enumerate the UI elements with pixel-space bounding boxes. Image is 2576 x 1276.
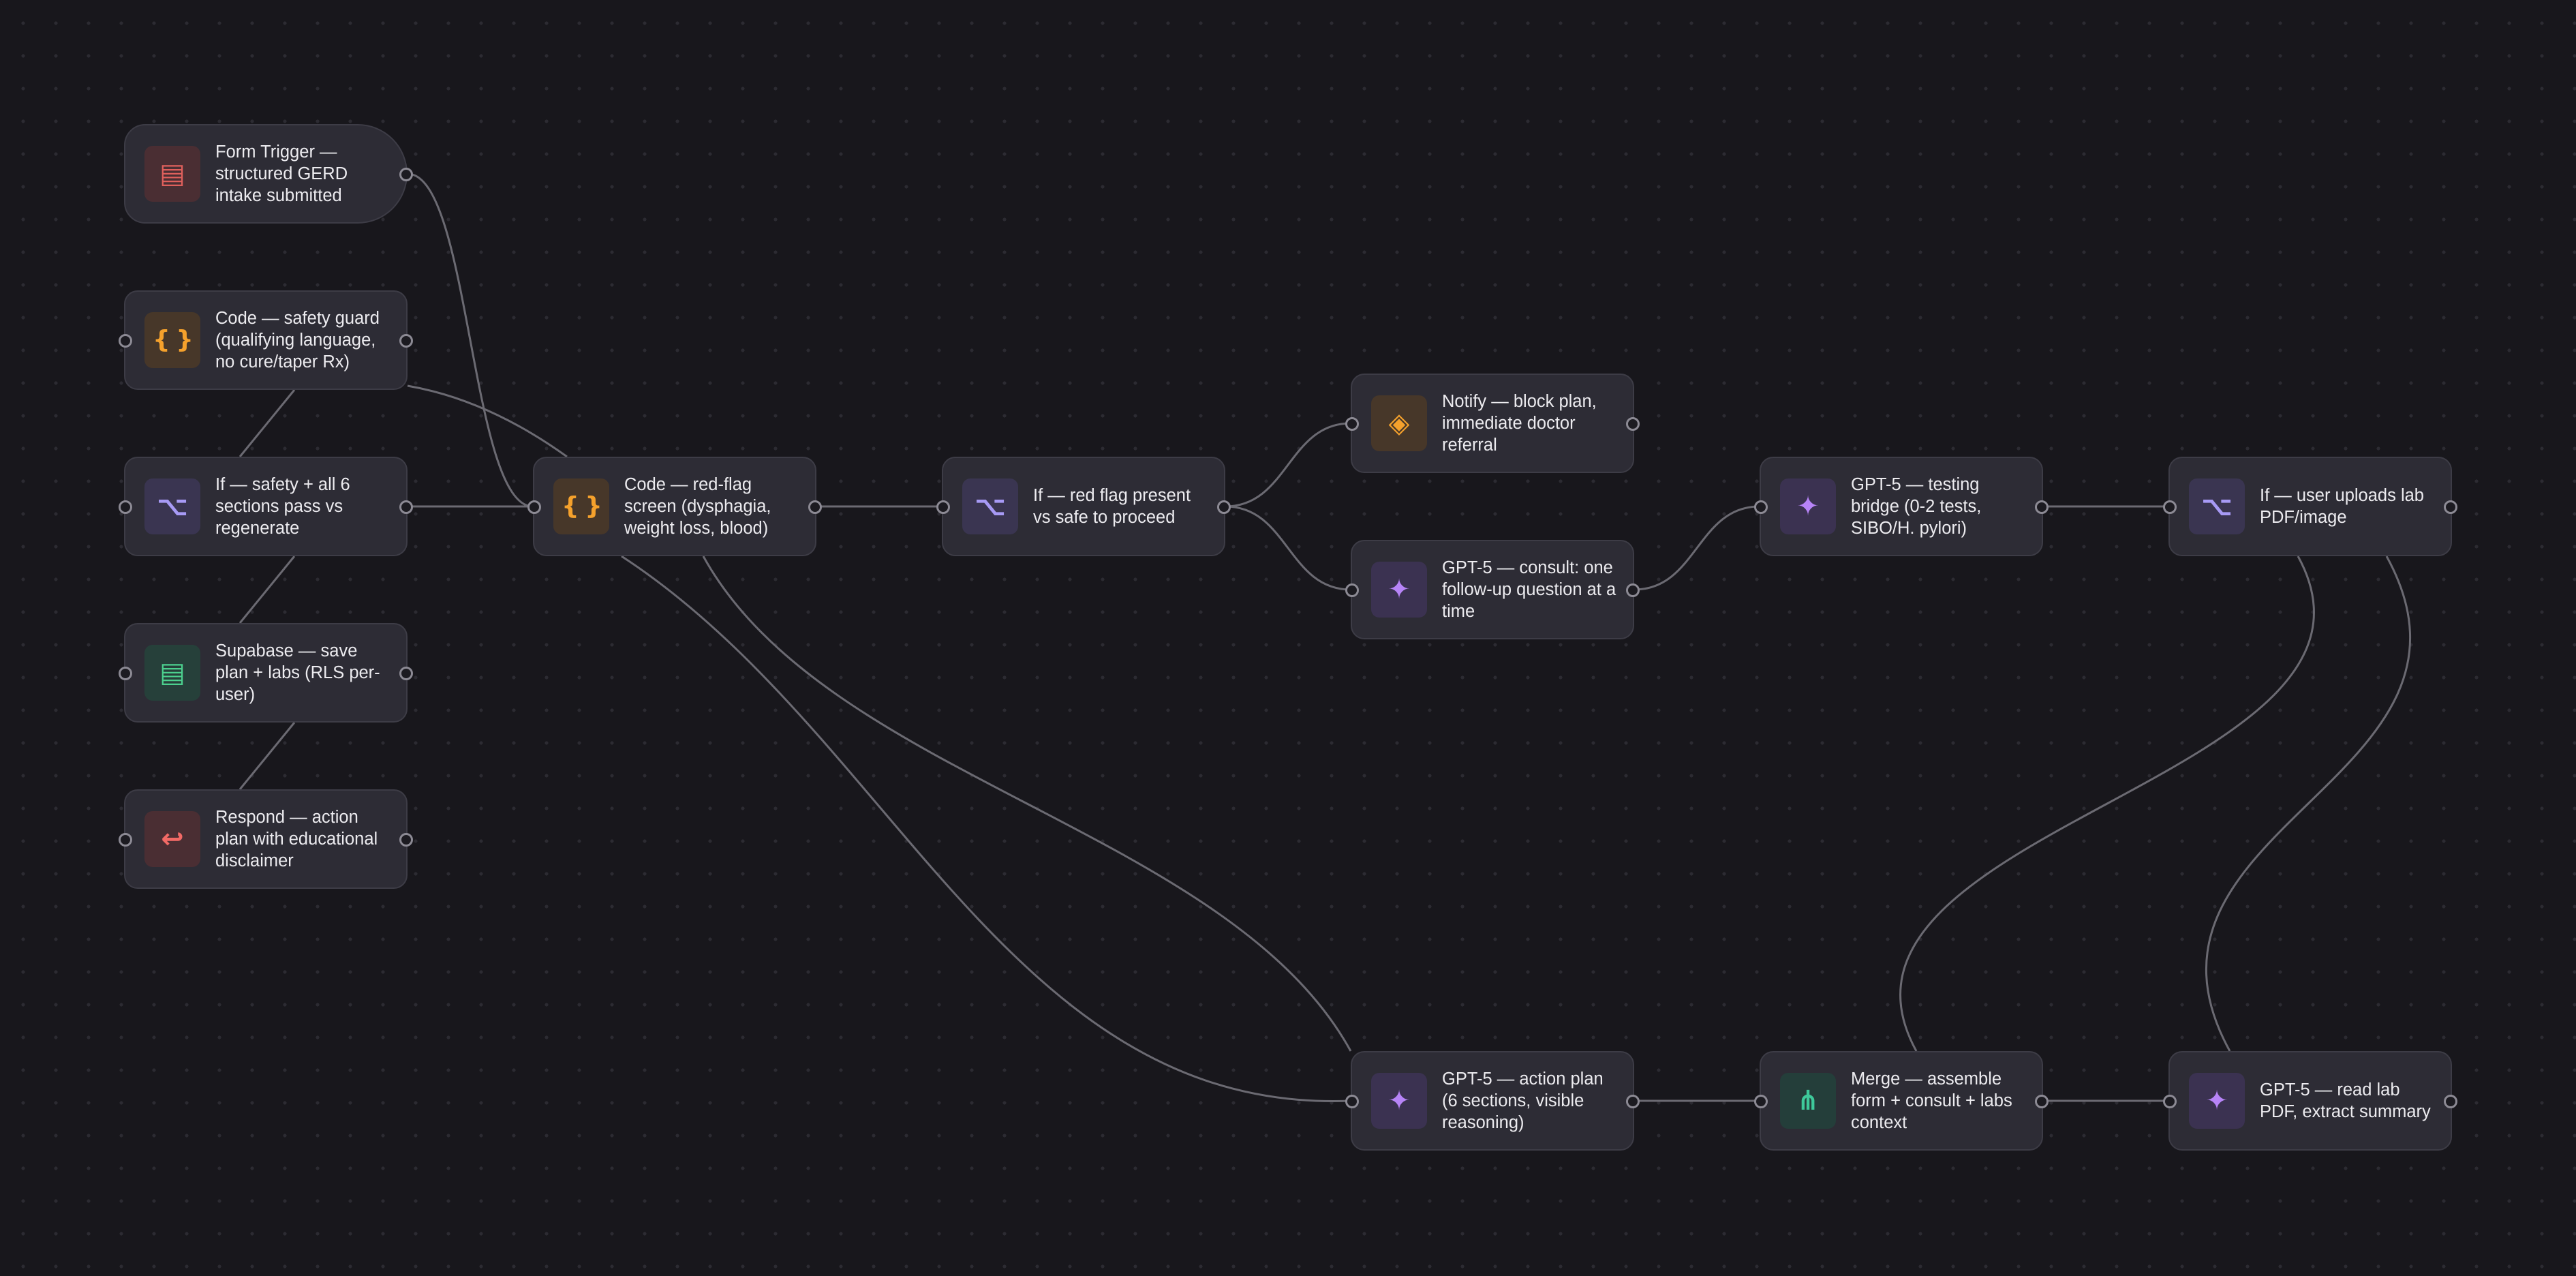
node-label: GPT-5 — action plan (6 sections, visible… xyxy=(1442,1069,1604,1132)
edge-if-red-flag-to-notify-block xyxy=(1225,422,1351,508)
notify-diamond-icon: ◈ xyxy=(1371,395,1427,451)
node-label: Merge — assemble form + consult + labs c… xyxy=(1851,1069,2012,1132)
edge-if-red-flag-to-gpt-consult xyxy=(1225,505,1351,591)
input-port[interactable] xyxy=(527,500,541,514)
output-port[interactable] xyxy=(808,500,822,514)
node-gpt-action[interactable]: ✦ GPT-5 — action plan (6 sections, visibl… xyxy=(1345,1051,1640,1151)
branch-icon: ⌥ xyxy=(2189,478,2245,534)
node-label: Form Trigger — structured GERD intake su… xyxy=(215,142,348,205)
branch-icon: ⌥ xyxy=(144,478,200,534)
code-braces-icon: { } xyxy=(553,478,609,534)
output-port[interactable] xyxy=(399,500,413,514)
node-label: Notify — block plan, immediate doctor re… xyxy=(1442,392,1597,455)
node-label: Code — red-flag screen (dysphagia, weigh… xyxy=(624,475,771,538)
edge-if-upload-to-merge xyxy=(1899,556,2315,1052)
input-port[interactable] xyxy=(1345,583,1359,597)
sparkle-icon: ✦ xyxy=(1371,562,1427,618)
input-port[interactable] xyxy=(119,833,132,847)
input-port[interactable] xyxy=(1754,1095,1768,1108)
code-braces-icon: { } xyxy=(144,312,200,368)
output-port[interactable] xyxy=(2444,500,2457,514)
output-port[interactable] xyxy=(2035,1095,2049,1108)
node-respond[interactable]: ↩ Respond — action plan with educational … xyxy=(119,789,413,889)
node-label: If — user uploads lab PDF/image xyxy=(2260,486,2424,527)
output-port[interactable] xyxy=(2444,1095,2457,1108)
workflow-canvas[interactable]: ▤ Form Trigger — structured GERD intake s… xyxy=(0,0,2576,1276)
node-if-red-flag[interactable]: ⌥ If — red flag present vs safe to procee… xyxy=(936,457,1231,556)
node-code-safety-guard[interactable]: { } Code — safety guard (qualifying langu… xyxy=(119,290,413,390)
edge-code-safety-guard-to-if-safety xyxy=(239,389,296,457)
input-port[interactable] xyxy=(119,334,132,348)
edge-code-red-flag-to-gpt-action xyxy=(621,555,1351,1102)
output-port[interactable] xyxy=(1626,417,1640,431)
node-label: GPT-5 — consult: one follow-up question … xyxy=(1442,558,1616,621)
output-port[interactable] xyxy=(1217,500,1231,514)
node-supabase-save[interactable]: ▤ Supabase — save plan + labs (RLS per-us… xyxy=(119,623,413,723)
output-port[interactable] xyxy=(399,833,413,847)
input-port[interactable] xyxy=(2163,1095,2177,1108)
node-label: If — safety + all 6 sections pass vs reg… xyxy=(215,475,350,538)
reply-arrow-icon: ↩ xyxy=(144,811,200,867)
input-port[interactable] xyxy=(119,500,132,514)
edge-form-trigger-to-code-red-flag xyxy=(407,172,534,508)
input-port[interactable] xyxy=(1345,1095,1359,1108)
form-icon: ▤ xyxy=(144,146,200,202)
node-label: Supabase — save plan + labs (RLS per-use… xyxy=(215,641,380,704)
sparkle-icon: ✦ xyxy=(1371,1073,1427,1129)
node-if-safety[interactable]: ⌥ If — safety + all 6 sections pass vs re… xyxy=(119,457,413,556)
edge-if-safety-to-supabase-save xyxy=(239,556,296,624)
node-if-upload[interactable]: ⌥ If — user uploads lab PDF/image xyxy=(2163,457,2457,556)
branch-icon: ⌥ xyxy=(962,478,1018,534)
output-port[interactable] xyxy=(399,334,413,348)
output-port[interactable] xyxy=(2035,500,2049,514)
sparkle-icon: ✦ xyxy=(2189,1073,2245,1129)
edge-supabase-save-to-respond xyxy=(239,722,296,790)
node-label: GPT-5 — read lab PDF, extract summary xyxy=(2260,1080,2431,1121)
node-gpt-consult[interactable]: ✦ GPT-5 — consult: one follow-up question… xyxy=(1345,540,1640,639)
merge-icon: ⋔ xyxy=(1780,1073,1836,1129)
node-form-trigger[interactable]: ▤ Form Trigger — structured GERD intake s… xyxy=(124,124,413,224)
node-label: GPT-5 — testing bridge (0-2 tests, SIBO/… xyxy=(1851,475,1982,538)
input-port[interactable] xyxy=(1754,500,1768,514)
output-port[interactable] xyxy=(1626,1095,1640,1108)
node-gpt-read-lab[interactable]: ✦ GPT-5 — read lab PDF, extract summary xyxy=(2163,1051,2457,1151)
node-gpt-testing[interactable]: ✦ GPT-5 — testing bridge (0-2 tests, SIBO… xyxy=(1754,457,2049,556)
input-port[interactable] xyxy=(1345,417,1359,431)
node-notify-block[interactable]: ◈ Notify — block plan, immediate doctor r… xyxy=(1345,374,1640,473)
node-code-red-flag[interactable]: { } Code — red-flag screen (dysphagia, we… xyxy=(527,457,822,556)
output-port[interactable] xyxy=(1626,583,1640,597)
output-port[interactable] xyxy=(399,168,413,181)
node-label: Respond — action plan with educational d… xyxy=(215,808,378,870)
sparkle-icon: ✦ xyxy=(1780,478,1836,534)
node-label: If — red flag present vs safe to proceed xyxy=(1033,486,1191,527)
edge-gpt-consult-to-gpt-testing xyxy=(1634,505,1760,591)
input-port[interactable] xyxy=(2163,500,2177,514)
input-port[interactable] xyxy=(936,500,950,514)
input-port[interactable] xyxy=(119,667,132,680)
node-merge[interactable]: ⋔ Merge — assemble form + consult + labs … xyxy=(1754,1051,2049,1151)
edge-if-upload-to-gpt-read-lab xyxy=(2205,556,2412,1052)
node-label: Code — safety guard (qualifying language… xyxy=(215,309,380,371)
output-port[interactable] xyxy=(399,667,413,680)
edge-code-red-flag-to-gpt-action xyxy=(702,556,1352,1052)
database-icon: ▤ xyxy=(144,645,200,701)
